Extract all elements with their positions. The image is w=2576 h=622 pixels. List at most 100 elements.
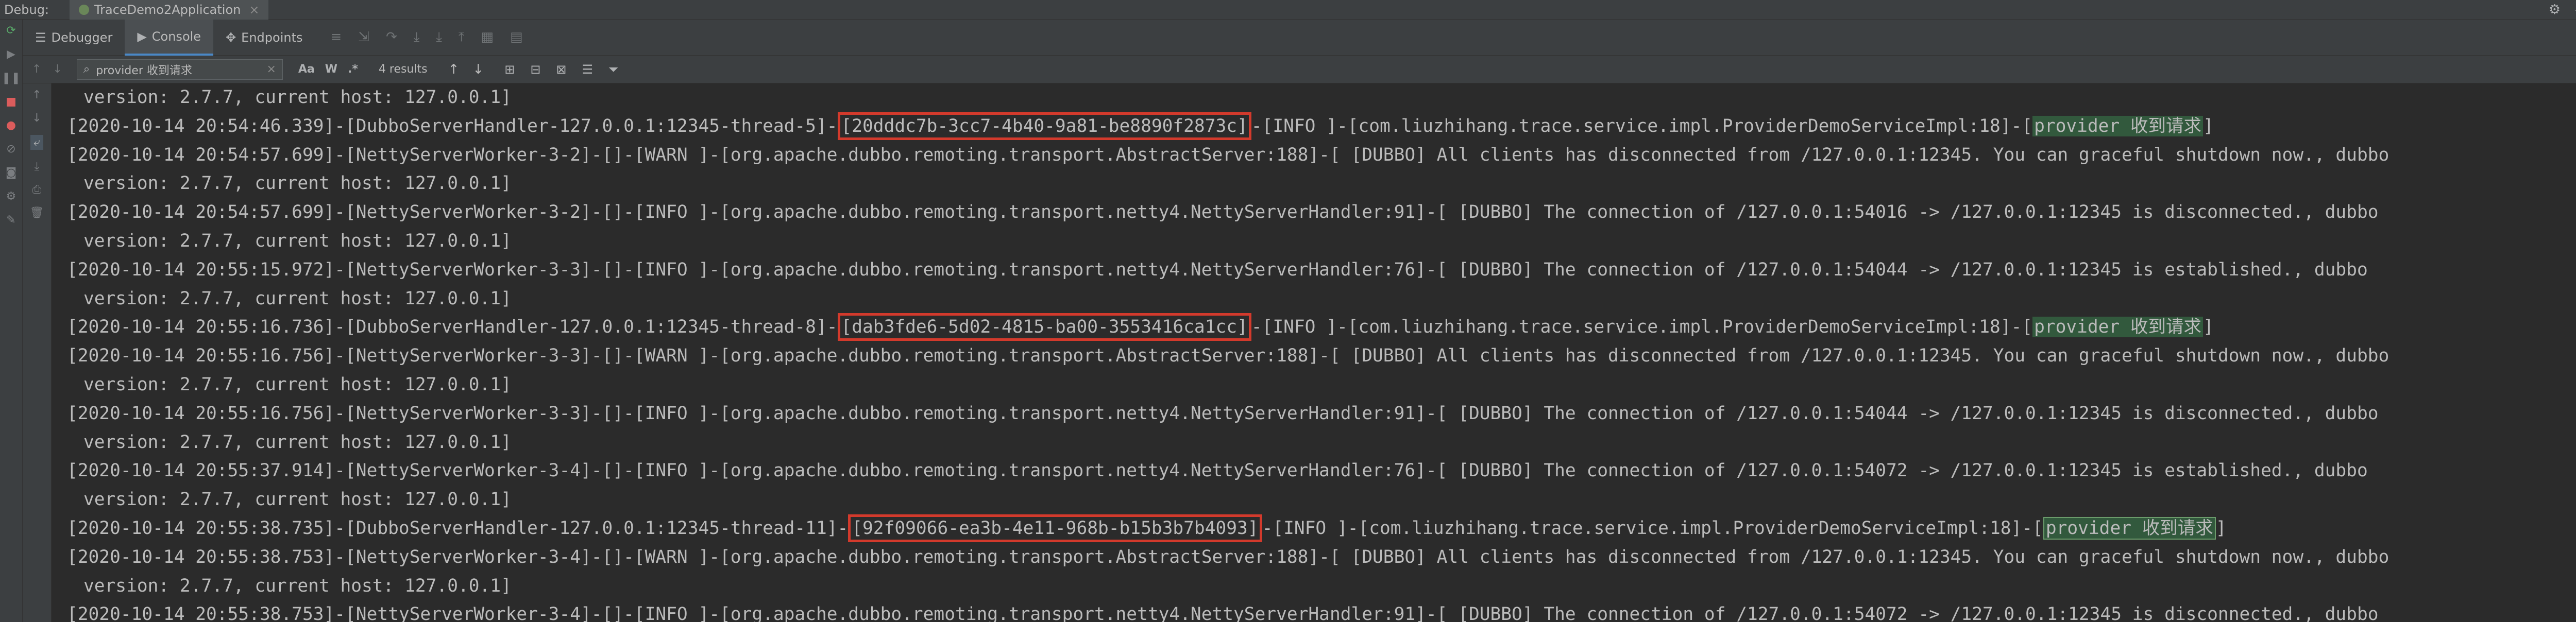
pin-icon[interactable]: ✎	[6, 214, 15, 227]
debug-tool-tabs: ☰ Debugger ▶ Console ✥ Endpoints ≡ ⇲ ↷ ⤓…	[23, 19, 2576, 56]
menu-icon[interactable]: ≡	[331, 29, 342, 45]
words-toggle[interactable]: W	[325, 63, 337, 76]
rerun-icon[interactable]: ⟳	[6, 25, 15, 37]
log-line: version: 2.7.7, current host: 127.0.0.1]	[83, 87, 512, 108]
log-source: -[INFO ]-[com.liuzhihang.trace.service.i…	[1251, 115, 2033, 136]
debugger-icon: ☰	[35, 30, 46, 45]
log-line: version: 2.7.7, current host: 127.0.0.1]	[83, 489, 512, 510]
debug-actions-gutter: ⟳ ▶ ❚❚ ■ ● ⊘ ◙ ⚙ ✎	[0, 20, 23, 622]
step-over-icon[interactable]: ↷	[386, 29, 397, 45]
log-line: [2020-10-14 20:55:38.753]-[NettyServerWo…	[67, 604, 2379, 622]
log-line: [2020-10-14 20:55:16.736]-[DubboServerHa…	[67, 313, 2576, 342]
tab-debugger[interactable]: ☰ Debugger	[23, 20, 125, 56]
table-icon[interactable]: ▦	[481, 29, 494, 45]
log-line: [2020-10-14 20:55:38.735]-[DubboServerHa…	[67, 514, 2576, 543]
select-all-occurrences-icon[interactable]: ⊠	[556, 62, 566, 77]
log-line: version: 2.7.7, current host: 127.0.0.1]	[83, 230, 512, 251]
search-hit: provider 收到请求	[2032, 317, 2203, 338]
log-line: [2020-10-14 20:54:57.699]-[NettyServerWo…	[67, 202, 2379, 223]
next-occurrence-icon[interactable]: ↓	[472, 62, 484, 77]
log-line: version: 2.7.7, current host: 127.0.0.1]	[83, 575, 512, 596]
clear-search-icon[interactable]: ×	[266, 63, 276, 76]
soft-wrap-icon[interactable]: ⤶	[30, 135, 43, 150]
down-arrow-icon[interactable]: ↓	[53, 63, 62, 76]
run-config-tab-label: TraceDemo2Application	[94, 2, 241, 17]
log-line: version: 2.7.7, current host: 127.0.0.1]	[83, 288, 512, 309]
tab-endpoints[interactable]: ✥ Endpoints	[213, 20, 315, 56]
tab-label: Endpoints	[241, 30, 303, 45]
log-line: [2020-10-14 20:54:46.339]-[DubboServerHa…	[67, 112, 2576, 141]
stepping-toolbar: ≡ ⇲ ↷ ⤓ ⤓ ⤒ ▦ ▤	[331, 29, 523, 45]
pause-icon[interactable]: ❚❚	[2, 72, 21, 84]
search-hit: provider 收到请求	[2043, 516, 2216, 540]
settings-icon[interactable]: ⚙	[6, 191, 16, 203]
tab-label: Console	[151, 29, 201, 44]
log-prefix: [2020-10-14 20:54:46.339]-[DubboServerHa…	[67, 115, 838, 136]
regex-toggle[interactable]: .*	[348, 63, 358, 76]
log-line: [2020-10-14 20:55:16.756]-[NettyServerWo…	[67, 345, 2389, 367]
tab-console[interactable]: ▶ Console	[125, 19, 214, 56]
match-case-toggle[interactable]: Aa	[298, 63, 315, 76]
previous-occurrence-icon[interactable]: ↑	[448, 62, 460, 77]
log-source: -[INFO ]-[com.liuzhihang.trace.service.i…	[1251, 317, 2033, 338]
log-line: [2020-10-14 20:55:38.753]-[NettyServerWo…	[67, 546, 2389, 567]
clear-all-icon[interactable]: 🗑	[30, 206, 44, 219]
run-config-tab[interactable]: TraceDemo2Application ×	[70, 0, 269, 20]
result-navigation: ↑ ↓	[448, 62, 484, 77]
search-input[interactable]	[95, 62, 264, 76]
log-line: version: 2.7.7, current host: 127.0.0.1]	[83, 431, 512, 453]
log-source: -[INFO ]-[com.liuzhihang.trace.service.i…	[1262, 517, 2043, 539]
log-line: [2020-10-14 20:55:37.914]-[NettyServerWo…	[67, 460, 2368, 481]
console-icon: ▶	[137, 29, 147, 44]
show-execution-point-icon[interactable]: ⇲	[358, 29, 369, 45]
scroll-to-end-icon[interactable]: ⤓	[35, 160, 40, 173]
down-icon[interactable]: ↓	[32, 112, 41, 125]
resume-icon[interactable]: ▶	[7, 48, 15, 61]
debug-title-bar: Debug: TraceDemo2Application × ⚙ —	[0, 0, 2576, 20]
scroll-nav: ↑ ↓	[32, 63, 62, 76]
search-filter-tools: ⊞ ⊟ ⊠ ☰ ⏷	[504, 62, 618, 77]
log-prefix: [2020-10-14 20:55:38.735]-[DubboServerHa…	[67, 517, 849, 539]
camera-icon[interactable]: ◙	[6, 167, 16, 179]
close-tab-icon[interactable]: ×	[249, 3, 259, 17]
log-prefix: [2020-10-14 20:55:16.736]-[DubboServerHa…	[67, 317, 838, 338]
console-side-toolbar: ↑ ↓ ⤶ ⤓ ⎙ 🗑	[23, 83, 52, 622]
print-icon[interactable]: ⎙	[32, 183, 42, 196]
spring-app-icon	[79, 4, 90, 15]
force-step-into-icon[interactable]: ⤓	[436, 29, 442, 45]
remove-occurrence-icon[interactable]: ⊟	[530, 62, 540, 77]
log-line: [2020-10-14 20:55:16.756]-[NettyServerWo…	[67, 403, 2379, 424]
trace-id-highlight: [dab3fde6-5d02-4815-ba00-3553416ca1cc]	[837, 313, 1251, 341]
trace-id-highlight: [20dddc7b-3cc7-4b40-9a81-be8890f2873c]	[837, 112, 1251, 140]
search-hit: provider 收到请求	[2032, 115, 2203, 136]
evaluate-icon[interactable]: ▤	[510, 29, 523, 45]
step-out-icon[interactable]: ⤒	[459, 29, 465, 45]
console-output[interactable]: version: 2.7.7, current host: 127.0.0.1]…	[52, 83, 2576, 622]
filter-options-icon[interactable]: ☰	[582, 62, 594, 77]
search-icon: ⌕	[83, 63, 90, 76]
up-arrow-icon[interactable]: ↑	[32, 63, 41, 76]
filter-icon[interactable]: ⏷	[608, 62, 618, 77]
search-results-count: 4 results	[378, 63, 428, 76]
mute-breakpoints-icon[interactable]: ⊘	[6, 143, 15, 156]
debug-label: Debug:	[4, 2, 49, 17]
log-tail: ]	[2203, 115, 2214, 136]
log-line: version: 2.7.7, current host: 127.0.0.1]	[83, 374, 512, 395]
trace-id-highlight: [92f09066-ea3b-4e11-968b-b15b3b7b4093]	[848, 514, 1262, 542]
endpoints-icon: ✥	[226, 30, 236, 45]
view-breakpoints-icon[interactable]: ●	[6, 119, 16, 132]
log-line: [2020-10-14 20:54:57.699]-[NettyServerWo…	[67, 144, 2389, 165]
log-line: version: 2.7.7, current host: 127.0.0.1]	[83, 173, 512, 194]
add-occurrence-icon[interactable]: ⊞	[504, 62, 515, 77]
step-into-icon[interactable]: ⤓	[414, 29, 420, 45]
tab-label: Debugger	[51, 30, 113, 45]
log-tail: ]	[2215, 517, 2227, 539]
gear-icon[interactable]: ⚙	[2549, 2, 2561, 18]
console-search-bar: ↑ ↓ ⌕ × Aa W .* 4 results ↑ ↓ ⊞ ⊟ ⊠ ☰ ⏷	[23, 56, 2576, 83]
search-field[interactable]: ⌕ ×	[76, 59, 283, 80]
stop-icon[interactable]: ■	[6, 96, 16, 108]
log-line: [2020-10-14 20:55:15.972]-[NettyServerWo…	[67, 259, 2368, 280]
up-icon[interactable]: ↑	[32, 89, 41, 101]
log-tail: ]	[2203, 317, 2214, 338]
search-options: Aa W .*	[298, 63, 358, 76]
